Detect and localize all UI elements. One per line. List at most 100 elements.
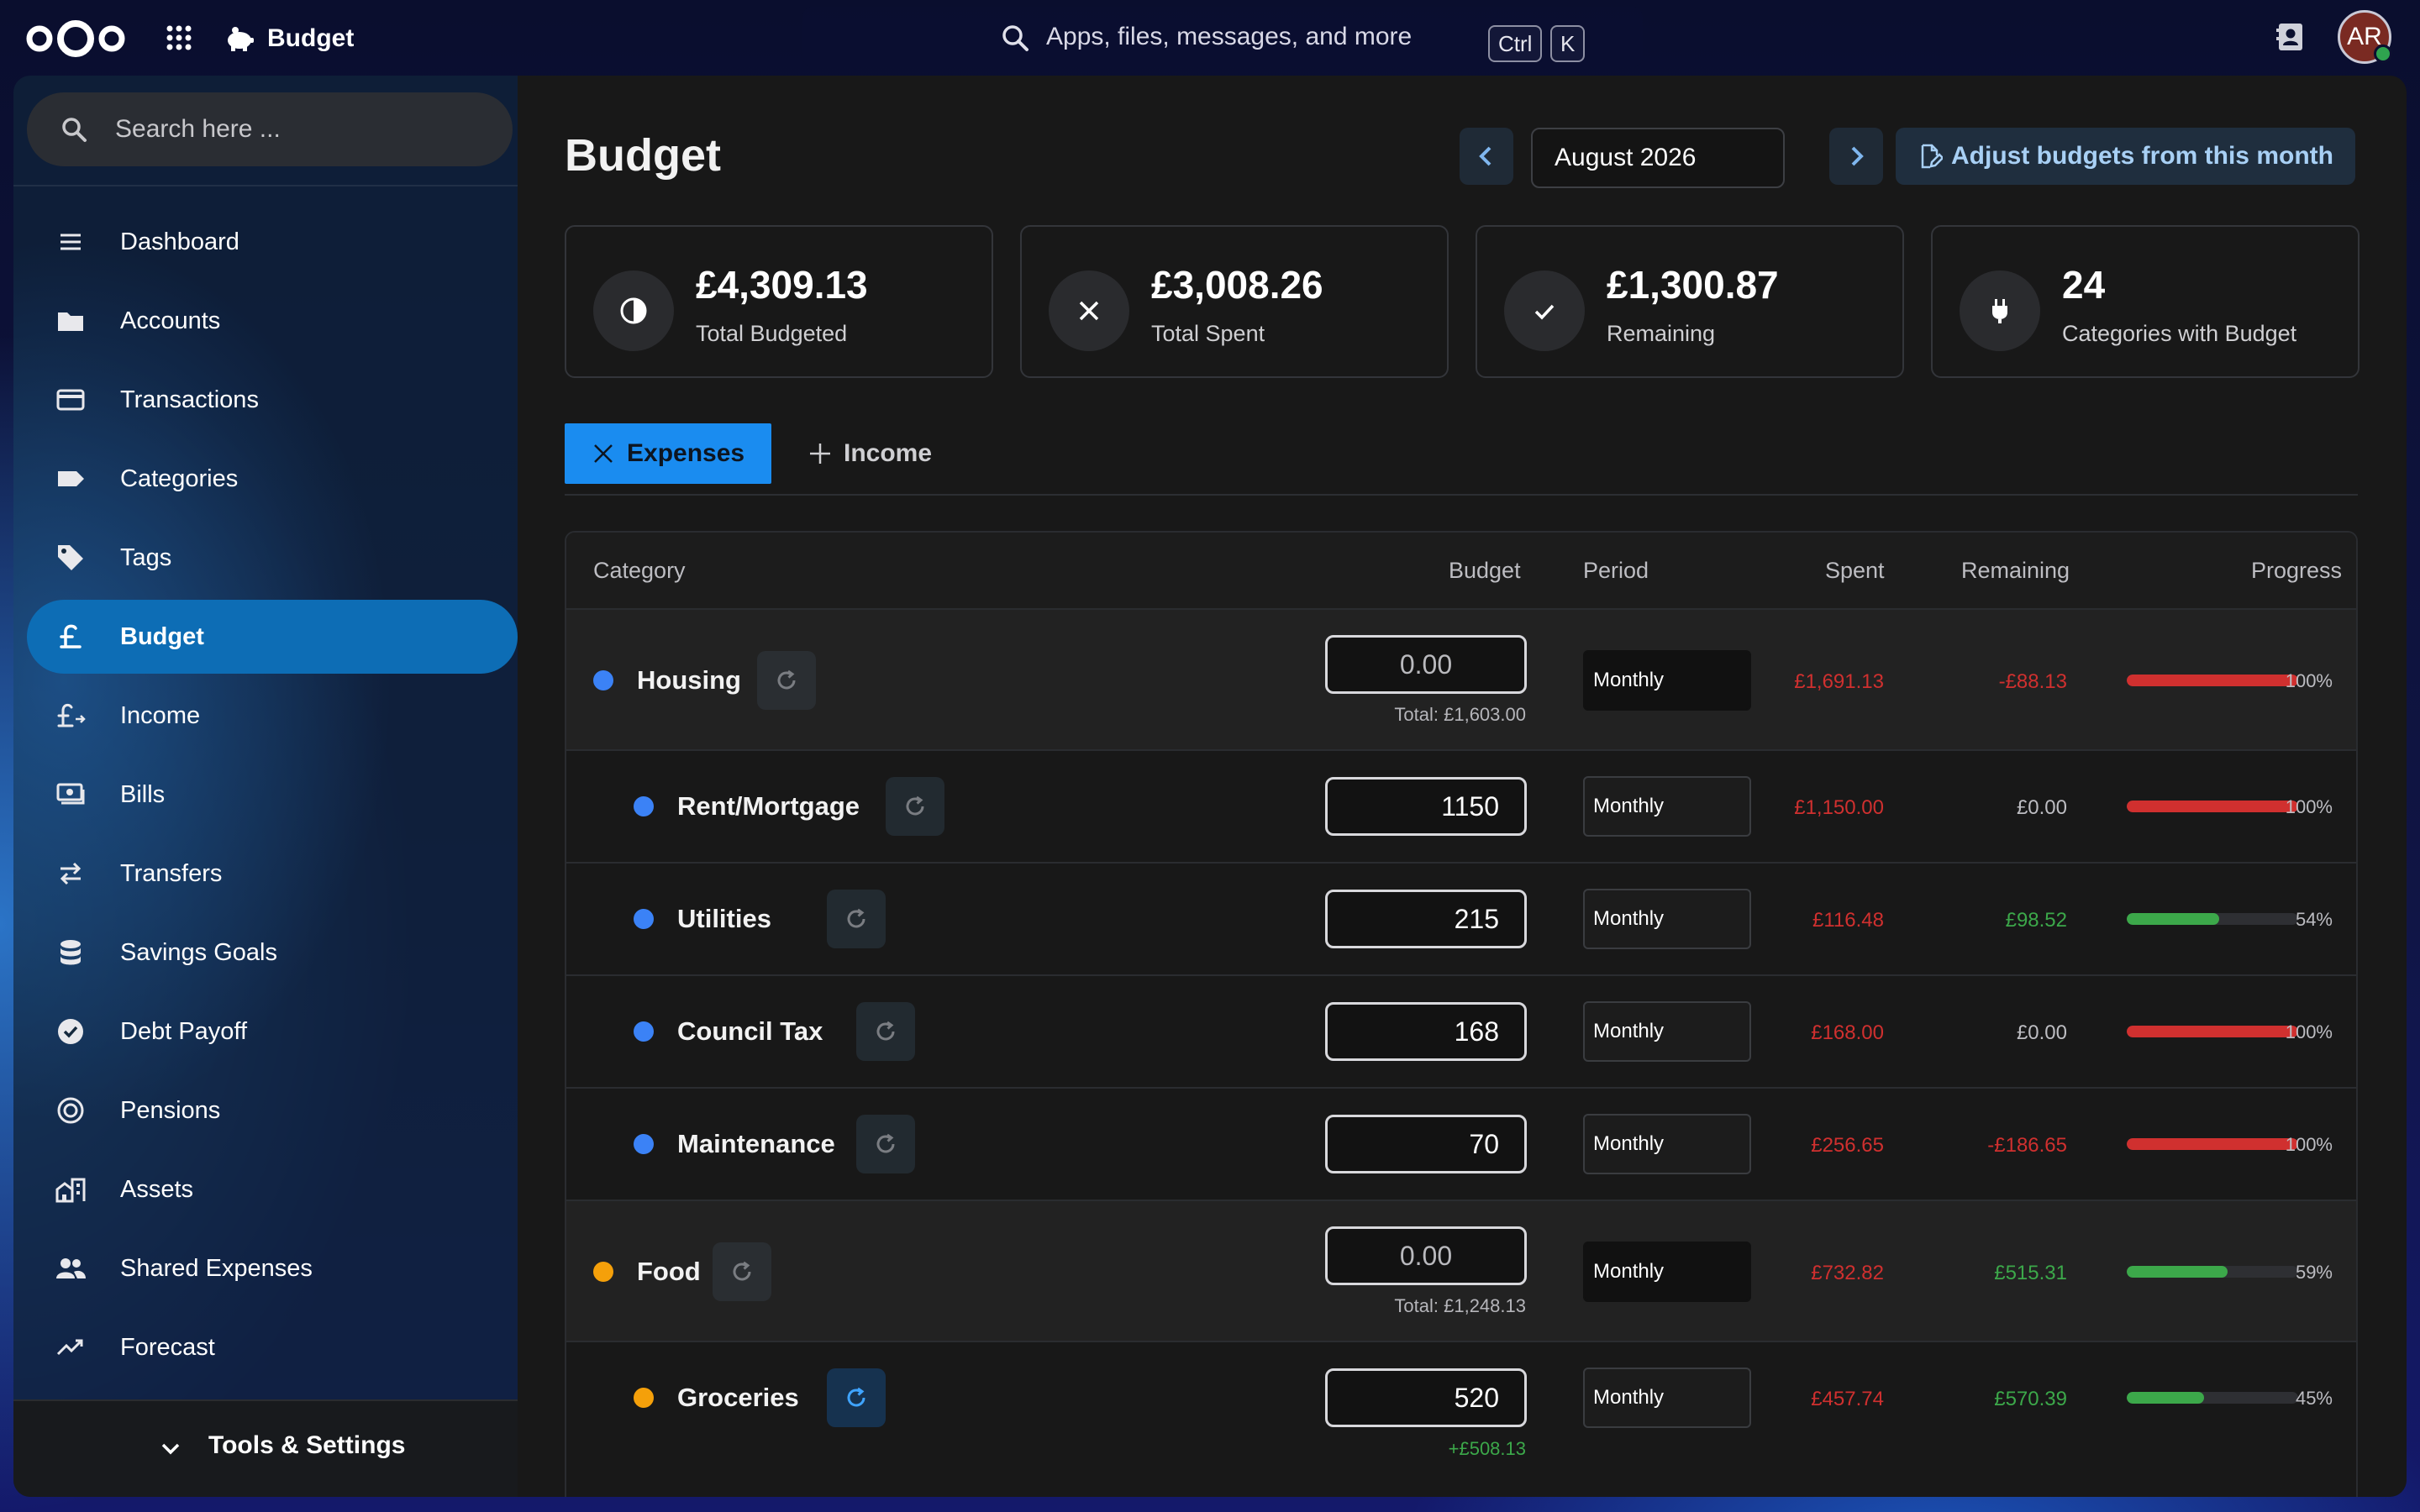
sidebar-item-categories[interactable]: Categories (27, 442, 518, 516)
sidebar-item-savings-goals[interactable]: Savings Goals (27, 916, 518, 990)
close-icon (594, 444, 613, 463)
sidebar-item-budget[interactable]: Budget (27, 600, 518, 674)
current-app-link[interactable]: Budget (224, 18, 354, 59)
plus-icon (810, 444, 830, 464)
progress-bar-fill (2127, 1392, 2204, 1404)
month-selector[interactable]: August 2026 (1531, 128, 1785, 188)
sidebar-item-bills[interactable]: Bills (27, 758, 518, 832)
budget-amount-input[interactable]: 0.00 (1325, 635, 1527, 694)
credit-card-icon (55, 385, 86, 415)
category-color-dot (593, 670, 613, 690)
progress-bar-fill (2127, 1026, 2298, 1037)
sidebar-item-label: Accounts (120, 307, 221, 334)
progress-percent: 100% (2285, 1021, 2333, 1042)
tools-settings-toggle[interactable]: Tools & Settings (13, 1399, 518, 1497)
folder-icon (55, 306, 86, 336)
sidebar-item-shared-expenses[interactable]: Shared Expenses (27, 1231, 518, 1305)
label-icon (55, 464, 86, 494)
sidebar-item-dashboard[interactable]: Dashboard (27, 205, 518, 279)
adjust-budgets-label: Adjust budgets from this month (1951, 142, 2333, 170)
app-name: Budget (267, 24, 355, 52)
user-avatar[interactable]: AR (2338, 10, 2392, 64)
sidebar-item-transactions[interactable]: Transactions (27, 363, 518, 437)
budget-amount-input[interactable]: 168 (1325, 1002, 1527, 1061)
refresh-icon (733, 1261, 751, 1281)
next-month-button[interactable] (1829, 128, 1883, 185)
sidebar-item-forecast[interactable]: Forecast (27, 1310, 518, 1384)
tab-expenses[interactable]: Expenses (565, 423, 772, 484)
shortcut-key-k: K (1550, 25, 1586, 62)
chevron-left-icon (1479, 146, 1491, 166)
remaining-value: £515.31 (1994, 1262, 2067, 1284)
period-select[interactable]: Monthly (1583, 1114, 1751, 1174)
remaining-value: £0.00 (2016, 1021, 2067, 1044)
budget-amount-input[interactable]: 520 (1325, 1368, 1527, 1427)
rollover-toggle-button[interactable] (826, 890, 886, 948)
sidebar-item-transfers[interactable]: Transfers (27, 837, 518, 911)
unified-search-placeholder: Apps, files, messages, and more (1046, 23, 1413, 50)
category-color-dot (634, 796, 654, 816)
sidebar-item-debt-payoff[interactable]: Debt Payoff (27, 995, 518, 1068)
sidebar-item-assets[interactable]: Assets (27, 1152, 518, 1226)
period-select[interactable]: Monthly (1583, 1242, 1751, 1302)
sidebar-item-pensions[interactable]: Pensions (27, 1074, 518, 1147)
budget-amount-input[interactable]: 0.00 (1325, 1226, 1527, 1285)
sidebar-item-income[interactable]: Income (27, 679, 518, 753)
unified-search-bar[interactable]: Apps, files, messages, and more Ctrl K (802, 7, 1643, 67)
apps-grid-icon[interactable] (165, 24, 193, 52)
table-row: Maintenance 70 Monthly £256.65 -£186.65 100% (566, 1087, 2356, 1200)
close-icon (1049, 270, 1129, 351)
sidebar-item-accounts[interactable]: Accounts (27, 284, 518, 358)
card-value: 24 (2062, 263, 2106, 307)
rollover-toggle-button[interactable] (756, 651, 816, 710)
pie-icon (593, 270, 674, 351)
contacts-icon[interactable] (2274, 20, 2307, 54)
sidebar-item-label: Dashboard (120, 228, 239, 255)
category-name: Council Tax (677, 1016, 823, 1046)
sidebar-item-label: Income (120, 701, 201, 729)
previous-month-button[interactable] (1460, 128, 1513, 185)
tab-income[interactable]: Income (808, 423, 932, 484)
rollover-toggle-button[interactable] (855, 1002, 915, 1061)
rollover-toggle-button[interactable] (885, 777, 944, 836)
period-select[interactable]: Monthly (1583, 650, 1751, 711)
sidebar-nav-list: Dashboard Accounts Transactions Categori… (27, 205, 518, 1389)
rollover-toggle-button[interactable] (855, 1115, 915, 1173)
category-group-row: Housing 0.00 Total: £1,603.00 Monthly £1,691… (566, 608, 2356, 749)
budget-amount-input[interactable]: 1150 (1325, 777, 1527, 836)
transfer-icon (55, 858, 86, 889)
progress-bar (2127, 675, 2298, 686)
refresh-icon (777, 669, 795, 690)
app-navigation: Search here ... Dashboard Accounts Trans… (13, 76, 518, 1497)
budget-amount-input[interactable]: 215 (1325, 890, 1527, 948)
budget-amount-input[interactable]: 70 (1325, 1115, 1527, 1173)
chevron-down-icon (156, 1435, 185, 1463)
card-value: £1,300.87 (1607, 263, 1779, 307)
sidebar-item-tags[interactable]: Tags (27, 521, 518, 595)
plug-icon (1960, 270, 2040, 351)
column-header-remaining: Remaining (1961, 558, 2070, 583)
sidebar-search-input[interactable]: Search here ... (27, 92, 513, 166)
progress-bar (2127, 913, 2298, 925)
period-select[interactable]: Monthly (1583, 1001, 1751, 1062)
progress-percent: 100% (2285, 670, 2333, 691)
category-name: Groceries (677, 1383, 799, 1412)
online-status-icon (2374, 45, 2392, 63)
adjust-budgets-button[interactable]: Adjust budgets from this month (1896, 128, 2355, 185)
tab-expenses-label: Expenses (627, 439, 745, 467)
period-select[interactable]: Monthly (1583, 776, 1751, 837)
period-select[interactable]: Monthly (1583, 889, 1751, 949)
table-row: Rent/Mortgage 1150 Monthly £1,150.00 £0.00 10… (566, 749, 2356, 862)
remaining-value: £570.39 (1994, 1388, 2067, 1410)
search-icon (60, 116, 87, 143)
progress-bar-fill (2127, 675, 2298, 686)
home-city-icon (55, 1174, 86, 1205)
sidebar-item-label: Bills (120, 780, 166, 808)
nextcloud-logo-icon[interactable] (24, 17, 128, 60)
period-select[interactable]: Monthly (1583, 1368, 1751, 1428)
rollover-toggle-button[interactable] (713, 1242, 771, 1301)
rollover-toggle-button[interactable] (826, 1368, 886, 1427)
card-value: £3,008.26 (1151, 263, 1323, 307)
check-icon (1504, 270, 1585, 351)
category-color-dot (634, 909, 654, 929)
